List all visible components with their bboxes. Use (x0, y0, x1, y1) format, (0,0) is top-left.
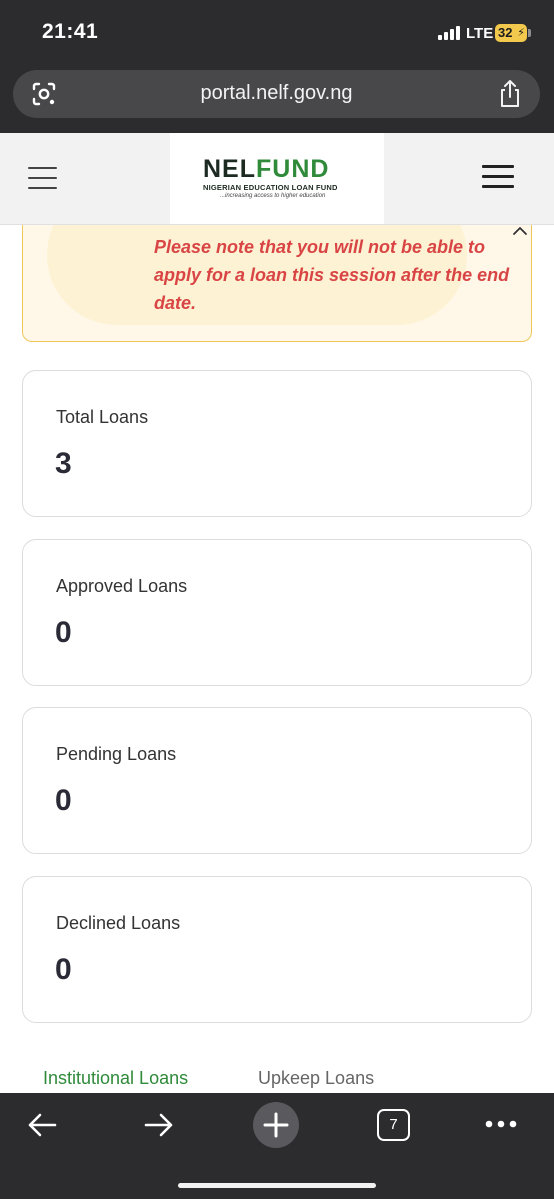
signal-icon (438, 26, 460, 40)
logo-tagline: ...increasing access to higher education (220, 193, 326, 199)
approved-loans-card: Approved Loans 0 (22, 539, 532, 686)
battery-icon: 32 ⚡ (495, 24, 527, 42)
card-label: Pending Loans (56, 744, 177, 764)
battery-nub (528, 29, 531, 37)
menu-icon[interactable] (482, 165, 514, 189)
status-time: 21:41 (42, 20, 99, 43)
browser-top-chrome: 21:41 LTE 32 ⚡ portal.nelf.gov.ng (0, 0, 554, 133)
card-value: 3 (55, 447, 72, 480)
total-loans-card: Total Loans 3 (22, 370, 532, 517)
declined-loans-card: Declined Loans 0 (22, 876, 532, 1023)
card-value: 0 (55, 784, 72, 817)
battery-level: 32 (498, 25, 513, 40)
home-indicator (178, 1183, 376, 1188)
card-label: Total Loans (56, 407, 149, 427)
address-bar[interactable]: portal.nelf.gov.ng (13, 70, 540, 118)
tab-upkeep-loans[interactable]: Upkeep Loans (258, 1068, 374, 1089)
notice-message: Please note that you will not be able to… (154, 237, 510, 313)
card-label: Declined Loans (56, 913, 181, 933)
back-arrow-icon[interactable] (26, 1111, 58, 1139)
url-text[interactable]: portal.nelf.gov.ng (13, 82, 540, 105)
logo-subtitle: NIGERIAN EDUCATION LOAN FUND (203, 183, 338, 192)
browser-bottom-toolbar: 7 (0, 1093, 554, 1199)
network-type: LTE (466, 25, 494, 42)
new-tab-plus-icon[interactable] (253, 1102, 299, 1148)
tabs-icon[interactable]: 7 (377, 1109, 410, 1141)
charging-bolt-icon: ⚡ (517, 27, 525, 39)
site-header: NELFUND NIGERIAN EDUCATION LOAN FUND ...… (0, 133, 554, 225)
share-icon[interactable] (497, 79, 523, 109)
card-value: 0 (55, 953, 72, 986)
sidebar-menu-icon[interactable] (28, 166, 57, 190)
deadline-notice: Please note that you will not be able to… (22, 225, 532, 342)
tab-institutional-loans[interactable]: Institutional Loans (43, 1068, 188, 1089)
card-label: Approved Loans (56, 576, 188, 596)
nelfund-logo[interactable]: NELFUND NIGERIAN EDUCATION LOAN FUND ...… (170, 133, 384, 224)
card-value: 0 (55, 616, 72, 649)
pending-loans-card: Pending Loans 0 (22, 707, 532, 854)
logo-wordmark: NELFUND (203, 155, 330, 183)
more-icon[interactable] (484, 1119, 518, 1129)
forward-arrow-icon[interactable] (143, 1111, 175, 1139)
